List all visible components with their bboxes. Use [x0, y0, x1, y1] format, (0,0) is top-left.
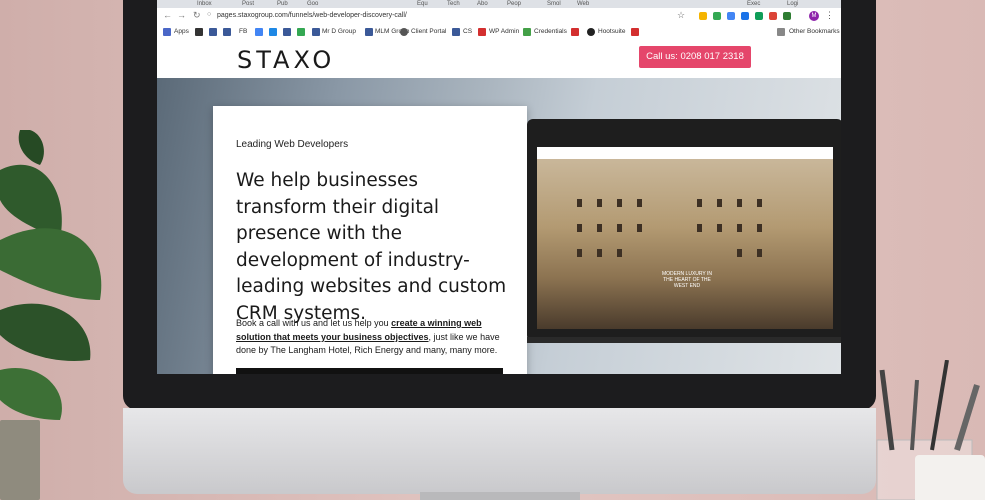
tab[interactable]: Post: [242, 0, 254, 8]
bookmark-cs[interactable]: CS: [463, 28, 472, 35]
bookmark-credentials[interactable]: Credentials: [534, 28, 567, 35]
hero-body-text: Book a call with us and let us help you: [236, 318, 392, 328]
hootsuite-icon: [587, 28, 595, 36]
extension-icon[interactable]: [755, 12, 763, 20]
lock-icon: ○: [207, 11, 212, 18]
bookmark-icon[interactable]: [631, 28, 639, 36]
extension-icon[interactable]: [783, 12, 791, 20]
hero-section: Leading Web Developers We help businesse…: [157, 78, 841, 374]
tab[interactable]: Peop: [507, 0, 521, 8]
tab[interactable]: Inbox: [197, 0, 212, 8]
site-header: STAXO Call us: 0208 017 2318: [157, 40, 841, 78]
bookmark-client-portal[interactable]: Client Portal: [411, 28, 446, 35]
facebook-icon: [452, 28, 460, 36]
facebook-icon[interactable]: [223, 28, 231, 36]
extension-icon[interactable]: [741, 12, 749, 20]
hero-headline: We help businesses transform their digit…: [236, 170, 507, 324]
extension-icon[interactable]: [713, 12, 721, 20]
facebook-icon: [312, 28, 320, 36]
bookmarks-bar: Apps FB Mr D Group MLM Group Client Port…: [157, 24, 841, 41]
book-call-button[interactable]: [236, 368, 503, 374]
bookmark-icon[interactable]: [571, 28, 579, 36]
bookmark-star-icon[interactable]: ☆: [677, 10, 685, 21]
bookmark-wp-admin[interactable]: WP Admin: [489, 28, 519, 35]
imac-chin: [123, 408, 876, 494]
hero-eyebrow: Leading Web Developers: [236, 139, 349, 150]
tab-strip: Inbox Post Pub Goo Equ Tech Abo Peop Smo…: [157, 0, 841, 8]
laptop-screen: MODERN LUXURY IN THE HEART OF THE WEST E…: [537, 147, 833, 329]
bookmark-apps[interactable]: Apps: [174, 28, 189, 35]
reload-icon[interactable]: ↻: [193, 10, 201, 21]
tab[interactable]: Goo: [307, 0, 318, 8]
laptop-caption: MODERN LUXURY IN THE HEART OF THE WEST E…: [661, 271, 713, 289]
bookmark-icon[interactable]: [195, 28, 203, 36]
browser-window: Inbox Post Pub Goo Equ Tech Abo Peop Smo…: [157, 0, 841, 374]
bookmark-icon[interactable]: [269, 28, 277, 36]
mug-decoration: [915, 455, 985, 500]
tab[interactable]: Web: [577, 0, 589, 8]
tab[interactable]: Exec: [747, 0, 760, 8]
plant-pot: [0, 420, 40, 500]
imac-stand: [420, 492, 580, 500]
bookmark-icon[interactable]: [297, 28, 305, 36]
tab[interactable]: Pub: [277, 0, 288, 8]
browser-menu-icon[interactable]: ⋮: [825, 10, 834, 21]
hero-body: Book a call with us and let us help you …: [236, 317, 511, 358]
hotel-building-image: MODERN LUXURY IN THE HEART OF THE WEST E…: [537, 159, 833, 329]
address-bar-row: ← → ↻ ○ pages.staxogroup.com/funnels/web…: [157, 8, 841, 25]
tab[interactable]: Abo: [477, 0, 488, 8]
folder-icon: [777, 28, 785, 36]
profile-avatar[interactable]: M: [809, 11, 819, 21]
globe-icon: [400, 28, 408, 36]
tab[interactable]: Logi: [787, 0, 798, 8]
bookmark-fb[interactable]: FB: [239, 28, 247, 35]
forward-icon[interactable]: →: [177, 10, 186, 20]
drive-icon[interactable]: [255, 28, 263, 36]
facebook-icon[interactable]: [209, 28, 217, 36]
facebook-icon: [365, 28, 373, 36]
tab[interactable]: Tech: [447, 0, 460, 8]
wp-admin-icon: [478, 28, 486, 36]
call-us-button[interactable]: Call us: 0208 017 2318: [639, 46, 751, 68]
extension-icon[interactable]: [769, 12, 777, 20]
laptop-mockup: MODERN LUXURY IN THE HEART OF THE WEST E…: [527, 119, 841, 343]
bookmark-hootsuite[interactable]: Hootsuite: [598, 28, 625, 35]
staxo-logo[interactable]: STAXO: [237, 46, 335, 74]
back-icon[interactable]: ←: [163, 10, 172, 20]
tab[interactable]: Smol: [547, 0, 561, 8]
apps-icon: [163, 28, 171, 36]
laptop-base: [527, 337, 841, 343]
hero-card: Leading Web Developers We help businesse…: [213, 106, 527, 374]
tab[interactable]: Equ: [417, 0, 428, 8]
extension-icon[interactable]: [727, 12, 735, 20]
bookmark-mr-d-group[interactable]: Mr D Group: [322, 28, 356, 35]
bookmark-other[interactable]: Other Bookmarks: [789, 28, 840, 35]
facebook-icon[interactable]: [283, 28, 291, 36]
extension-icon[interactable]: [699, 12, 707, 20]
credentials-icon: [523, 28, 531, 36]
url-input[interactable]: pages.staxogroup.com/funnels/web-develop…: [217, 10, 687, 22]
